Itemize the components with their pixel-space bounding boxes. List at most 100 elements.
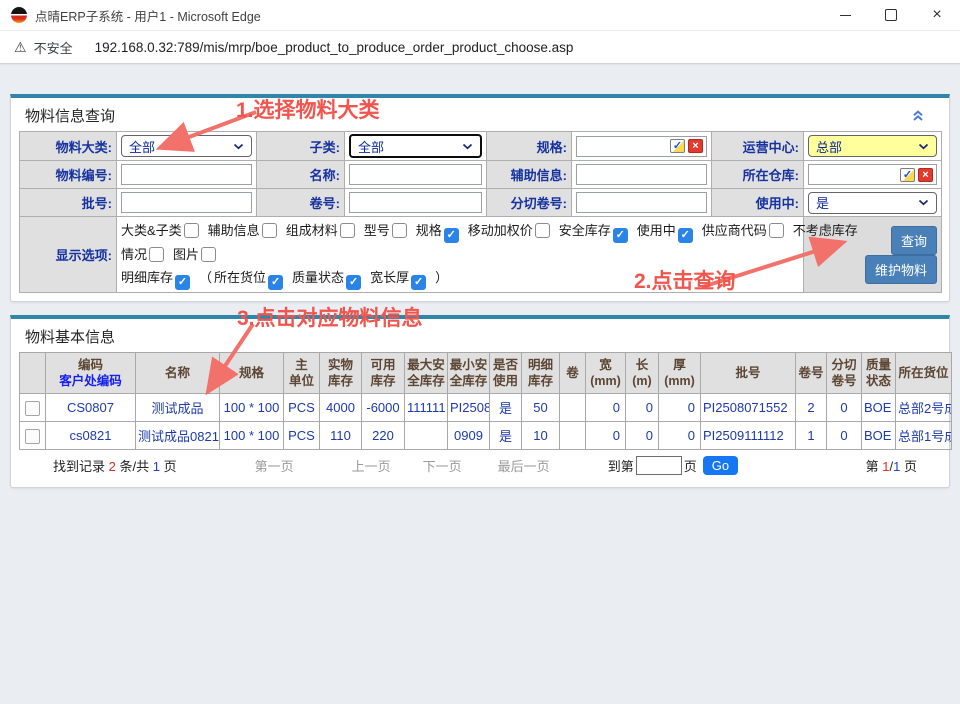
display-option: 组成材料 bbox=[286, 223, 355, 238]
address-bar[interactable]: ⚠ 不安全 192.168.0.32:789/mis/mrp/boe_produ… bbox=[0, 31, 960, 64]
maximize-button[interactable] bbox=[868, 0, 914, 30]
table-cell[interactable]: 50 bbox=[522, 394, 560, 422]
row-checkbox[interactable] bbox=[25, 429, 40, 444]
table-cell[interactable]: 0 bbox=[827, 422, 862, 450]
display-option-checkbox[interactable] bbox=[392, 223, 407, 238]
table-cell[interactable]: 0 bbox=[659, 422, 701, 450]
table-cell[interactable]: 1 bbox=[796, 422, 827, 450]
display-option-checkbox[interactable] bbox=[149, 247, 164, 262]
close-button[interactable]: × bbox=[914, 0, 960, 30]
display-option: 辅助信息 bbox=[208, 223, 277, 238]
picker-icon[interactable]: ✓ bbox=[670, 139, 685, 153]
table-cell[interactable]: 10 bbox=[522, 422, 560, 450]
table-cell[interactable]: 测试成品 bbox=[136, 394, 220, 422]
last-page-link[interactable]: 最后一页 bbox=[498, 456, 550, 475]
display-option-checkbox[interactable]: ✓ bbox=[411, 275, 426, 290]
display-option-checkbox[interactable] bbox=[769, 223, 784, 238]
table-cell[interactable]: 100 * 100 bbox=[220, 394, 284, 422]
aux-info-input[interactable] bbox=[576, 164, 707, 185]
display-option-checkbox[interactable] bbox=[262, 223, 277, 238]
picker-icon[interactable]: ✓ bbox=[900, 168, 915, 182]
slit-roll-input[interactable] bbox=[576, 192, 707, 213]
table-cell[interactable]: 是 bbox=[490, 394, 522, 422]
table-cell[interactable] bbox=[560, 422, 586, 450]
table-cell[interactable]: BOE bbox=[862, 422, 896, 450]
table-cell[interactable]: 100 * 100 bbox=[220, 422, 284, 450]
minimize-button[interactable] bbox=[822, 0, 868, 30]
chevron-down-icon bbox=[233, 143, 244, 150]
display-option-checkbox[interactable] bbox=[535, 223, 550, 238]
table-cell[interactable]: 0 bbox=[827, 394, 862, 422]
collapse-panel-button[interactable] bbox=[911, 109, 925, 122]
url-text[interactable]: 192.168.0.32:789/mis/mrp/boe_product_to_… bbox=[95, 40, 574, 55]
material-code-input[interactable] bbox=[121, 164, 252, 185]
table-cell[interactable]: 110 bbox=[320, 422, 362, 450]
maintain-material-button[interactable]: 维护物料 bbox=[865, 255, 937, 284]
table-cell[interactable]: 测试成品0821 bbox=[136, 422, 220, 450]
display-option-checkbox[interactable] bbox=[201, 247, 216, 262]
spec-label: 规格: bbox=[487, 132, 572, 161]
goto-page-input[interactable] bbox=[636, 456, 682, 475]
table-row[interactable]: cs0821测试成品0821100 * 100PCS1102200909是100… bbox=[20, 422, 952, 450]
table-cell[interactable]: 0 bbox=[586, 422, 626, 450]
column-header-sub: 客户处编码 bbox=[47, 373, 134, 389]
table-cell[interactable]: 总部2号成 bbox=[896, 394, 952, 422]
table-cell[interactable]: -6000 bbox=[362, 394, 405, 422]
aux-info-label: 辅助信息: bbox=[487, 161, 572, 189]
column-header: 最小安 全库存 bbox=[448, 353, 490, 394]
security-label[interactable]: 不安全 bbox=[34, 38, 73, 57]
table-cell[interactable]: PI2509111112 bbox=[701, 422, 796, 450]
table-cell[interactable]: 是 bbox=[490, 422, 522, 450]
table-cell[interactable]: 4000 bbox=[320, 394, 362, 422]
batch-input[interactable] bbox=[121, 192, 252, 213]
first-page-link[interactable]: 第一页 bbox=[255, 456, 294, 475]
query-button[interactable]: 查询 bbox=[891, 226, 937, 255]
column-header: 分切 卷号 bbox=[827, 353, 862, 394]
subcategory-select[interactable]: 全部 bbox=[349, 134, 482, 158]
row-checkbox[interactable] bbox=[25, 401, 40, 416]
table-cell[interactable]: 0909 bbox=[448, 422, 490, 450]
table-cell[interactable]: 2 bbox=[796, 394, 827, 422]
display-option-checkbox[interactable]: ✓ bbox=[268, 275, 283, 290]
table-cell[interactable]: 220 bbox=[362, 422, 405, 450]
table-row[interactable]: CS0807测试成品100 * 100PCS4000-6000111111PI2… bbox=[20, 394, 952, 422]
material-code-label: 物料编号: bbox=[20, 161, 117, 189]
display-option: 宽长厚✓ bbox=[370, 270, 426, 285]
display-option-checkbox[interactable]: ✓ bbox=[678, 228, 693, 243]
chevron-down-icon bbox=[918, 143, 929, 150]
material-category-label: 物料大类: bbox=[20, 132, 117, 161]
table-cell[interactable]: 0 bbox=[659, 394, 701, 422]
prev-page-link[interactable]: 上一页 bbox=[352, 456, 391, 475]
table-cell[interactable]: cs0821 bbox=[46, 422, 136, 450]
table-cell[interactable]: 总部1号成 bbox=[896, 422, 952, 450]
table-cell[interactable]: 111111 bbox=[405, 394, 448, 422]
go-button[interactable]: Go bbox=[703, 456, 738, 475]
display-option-checkbox[interactable]: ✓ bbox=[613, 228, 628, 243]
name-input[interactable] bbox=[349, 164, 482, 185]
table-cell[interactable]: PCS bbox=[284, 394, 320, 422]
next-page-link[interactable]: 下一页 bbox=[423, 456, 462, 475]
goto-page-label: 到第 bbox=[608, 456, 634, 475]
display-option-checkbox[interactable]: ✓ bbox=[175, 275, 190, 290]
material-category-select[interactable]: 全部 bbox=[121, 135, 252, 157]
in-use-select[interactable]: 是 bbox=[808, 192, 937, 214]
display-option: 大类&子类 bbox=[121, 223, 199, 238]
table-cell[interactable]: PI2508071552 bbox=[701, 394, 796, 422]
table-cell[interactable]: PI2508 bbox=[448, 394, 490, 422]
table-cell[interactable]: 0 bbox=[626, 422, 659, 450]
table-cell[interactable]: PCS bbox=[284, 422, 320, 450]
table-cell[interactable] bbox=[560, 394, 586, 422]
clear-icon[interactable]: × bbox=[688, 139, 703, 153]
clear-icon[interactable]: × bbox=[918, 168, 933, 182]
table-cell[interactable]: CS0807 bbox=[46, 394, 136, 422]
display-option-checkbox[interactable] bbox=[340, 223, 355, 238]
table-cell[interactable]: BOE bbox=[862, 394, 896, 422]
operation-center-select[interactable]: 总部 bbox=[808, 135, 937, 157]
display-option-checkbox[interactable]: ✓ bbox=[444, 228, 459, 243]
roll-input[interactable] bbox=[349, 192, 482, 213]
table-cell[interactable]: 0 bbox=[626, 394, 659, 422]
display-option-checkbox[interactable]: ✓ bbox=[346, 275, 361, 290]
table-cell[interactable]: 0 bbox=[586, 394, 626, 422]
display-option-checkbox[interactable] bbox=[184, 223, 199, 238]
table-cell[interactable] bbox=[405, 422, 448, 450]
